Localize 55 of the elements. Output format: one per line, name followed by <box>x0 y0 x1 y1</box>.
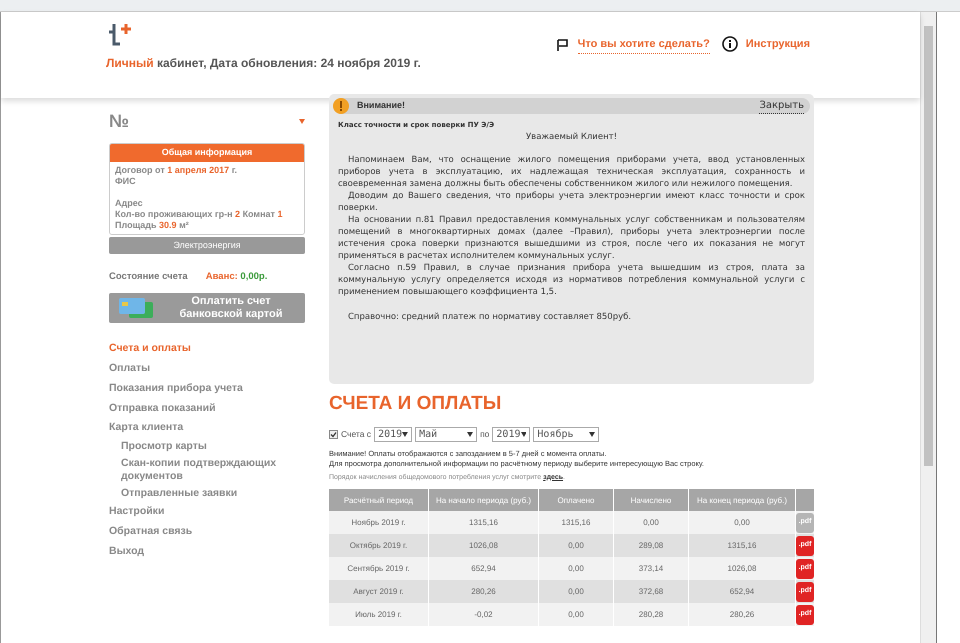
sidebar-nav-item[interactable]: Выход <box>109 542 305 562</box>
table-cell: -0,02 <box>429 603 539 626</box>
balance-text: Аванс: 0,00р. <box>206 270 268 284</box>
sidebar-subnav-item[interactable]: Просмотр карты <box>109 438 305 455</box>
close-link[interactable]: Закрыть <box>759 98 804 114</box>
caret-icon <box>402 432 408 436</box>
caret-icon <box>589 432 596 436</box>
bank-cards-icon <box>117 296 155 320</box>
filter-checkbox[interactable] <box>329 430 338 438</box>
sidebar-nav-item[interactable]: Показания прибора учета <box>109 378 305 398</box>
sidebar-nav-item[interactable]: Настройки <box>109 502 305 522</box>
account-status-label: Состояние счета <box>109 270 188 284</box>
info-line: Адрес <box>115 198 144 208</box>
select-field[interactable]: Май <box>415 426 478 442</box>
info-line: ФИС <box>115 176 137 186</box>
caret-icon <box>520 432 526 436</box>
caret-icon <box>467 432 474 436</box>
logo-drawing <box>106 22 134 48</box>
section-title: СЧЕТА И ОПЛАТЫ <box>329 392 502 416</box>
select-field[interactable]: 2019 <box>374 426 412 442</box>
notice-greeting: Уважаемый Клиент! <box>525 130 618 144</box>
dropdown-caret-icon <box>299 119 305 124</box>
account-number-label: № <box>109 110 130 133</box>
warning-icon <box>333 98 349 114</box>
filter-label: Счета с <box>341 428 372 440</box>
header-link[interactable]: Инструкция <box>746 36 810 52</box>
sidebar-subnav-item[interactable]: Скан-копии подтверждающих документов <box>109 455 305 485</box>
select-field[interactable]: 2019 <box>492 426 530 442</box>
sidebar-nav-item[interactable]: Обратная связь <box>109 522 305 542</box>
sidebar-nav-item[interactable]: Отправка показаний <box>109 398 305 418</box>
table-cell: Июль 2019 г. <box>329 603 429 626</box>
notice-paragraph: На основании п.81 Правил предоставления коммунальных услуг собственникам и пользователям помещений в многоквартирных домах (далее –Правил), приборы учета электроэнергии после истечения срока поверки признаются вышедшими из строя, после чего их показания не могут применяться в расчетах исполнителем коммунальных услуг. <box>338 214 805 262</box>
notice-paragraph: Доводим до Вашего сведения, что приборы учета электроэнергии имеют класс точности и срок поверки. <box>338 190 805 214</box>
notice-paragraph: Напоминаем Вам, что оснащение жилого помещения приборами учета, ввод установленных приборов учета в эксплуатацию, их надлежащая техническая эксплуатация, сохранность и своевременная замена должны быть обеспечены собственником жилого или нежилого помещения. <box>338 154 805 190</box>
table-cell: 0,00 <box>539 603 614 626</box>
pay-by-card-button[interactable]: Оплатить счет банковской картой <box>109 293 305 324</box>
select-field[interactable]: Ноябрь <box>533 426 600 442</box>
flag-icon <box>556 38 570 52</box>
sidebar-nav-item[interactable]: Оплаты <box>109 359 305 379</box>
info-line: Кол-во проживающих гр-н 2 Комнат 1 <box>115 208 284 220</box>
notice-paragraph: Согласно п.59 Правил, в случае признания прибора учета вышедшим из строя, плата за коммунальную услугу определяется исходя из нормативов потребления коммунальной услуги с применением повышающего коэффициента 1,5. <box>338 262 805 298</box>
info-line: Договор от 1 апреля 2017 г. <box>115 164 238 176</box>
filter-to-label: по <box>480 428 490 440</box>
notice-title: Внимание! <box>357 99 406 112</box>
sidebar-nav-item[interactable]: Карта клиента <box>109 418 305 438</box>
header-link[interactable]: Что вы хотите сделать? <box>578 36 710 54</box>
table-cell: 280,28 <box>614 603 689 626</box>
info-card-title: Общая информация <box>110 144 304 162</box>
sidebar-nav-item[interactable]: Счета и оплаты <box>109 339 305 359</box>
sidebar-subnav-item[interactable]: Отправленные заявки <box>109 485 305 502</box>
notice-note: Справочно: средний платеж по нормативу составляет 850руб. <box>347 311 632 324</box>
info-icon <box>722 36 738 52</box>
service-tab[interactable]: Электроэнергия <box>109 236 305 254</box>
info-line: Площадь 30.9 м² <box>115 220 190 230</box>
page-title: Личный кабинет, Дата обновления: 24 ноября 2019 г. <box>106 55 421 72</box>
